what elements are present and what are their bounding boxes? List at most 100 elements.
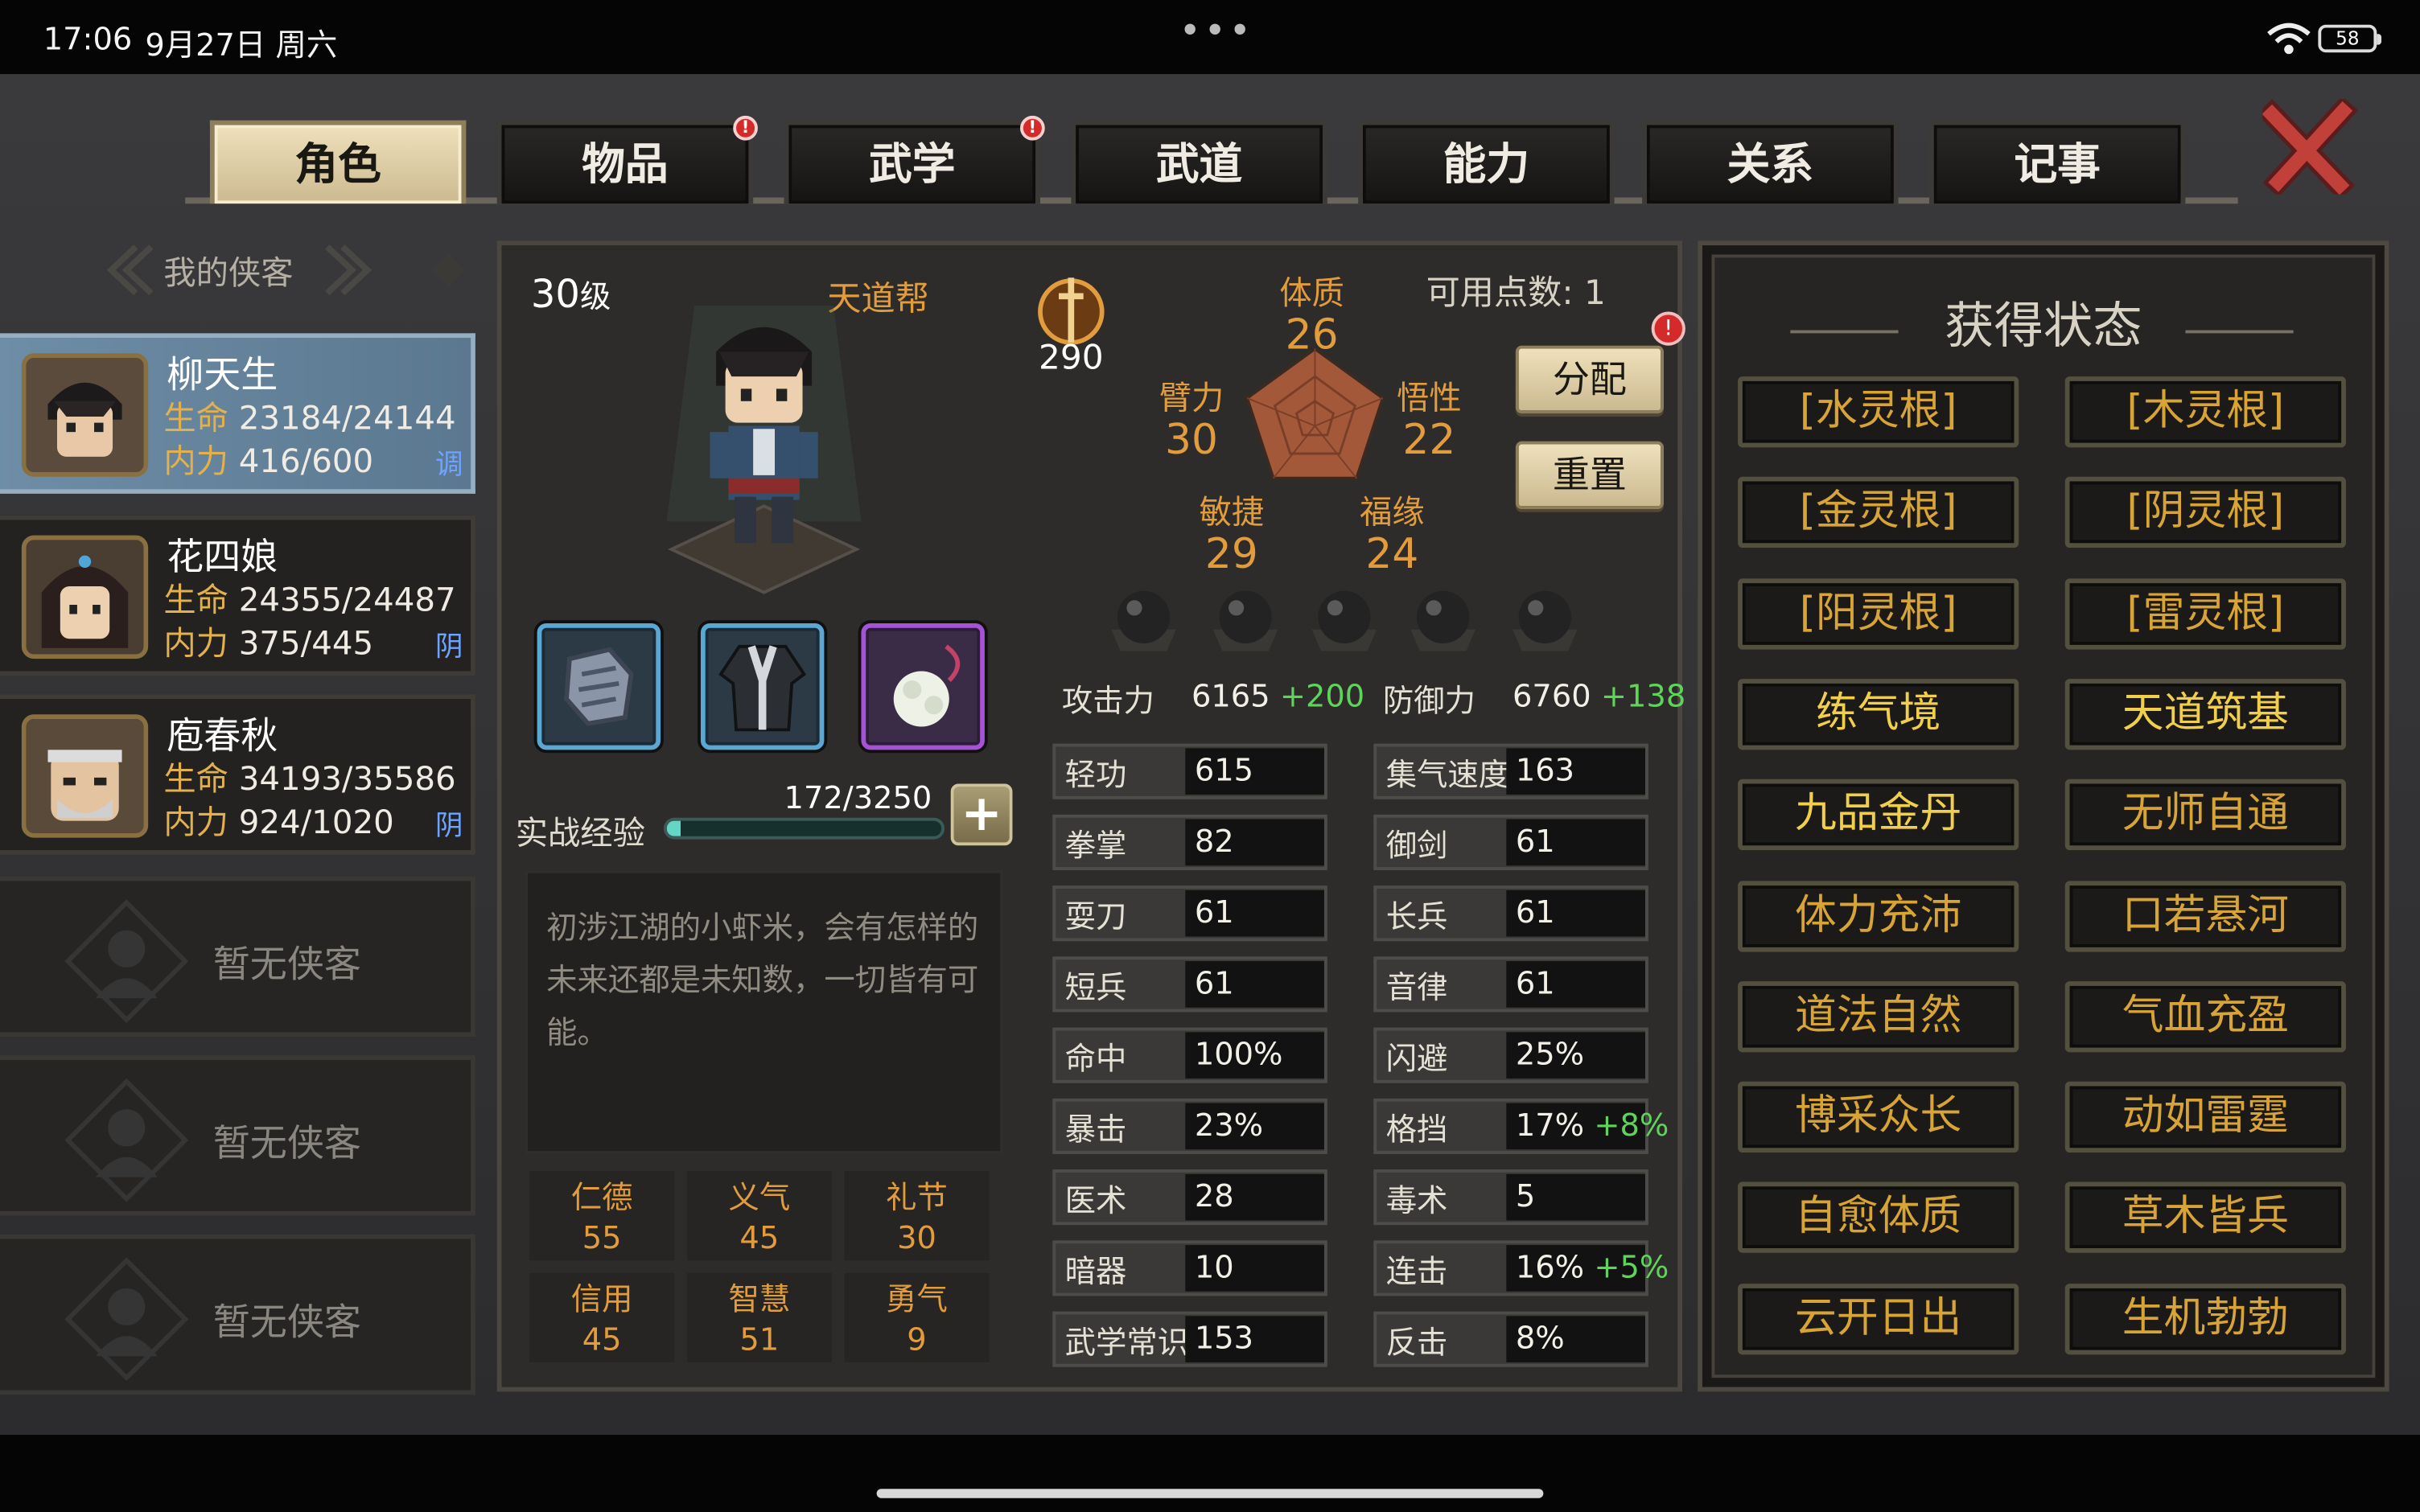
status-item[interactable]: 口若悬河 <box>2064 880 2346 951</box>
hero-mp: 内力 416/600 <box>163 442 374 480</box>
tab-role[interactable]: 角色 <box>209 120 467 204</box>
avatar <box>21 714 149 838</box>
status-item[interactable]: 动如雷霆 <box>2064 1081 2346 1153</box>
hero-card-liu-tiansheng[interactable]: 柳天生 生命 23184/24144 内力 416/600 调 <box>0 333 475 494</box>
stat-value: 10 <box>1194 1247 1234 1285</box>
empty-slot-label: 暂无侠客 <box>212 943 361 986</box>
allocate-button[interactable]: 分配 <box>1515 345 1664 414</box>
attribute-pentagon-chart <box>1245 347 1385 480</box>
empty-orb-slot-icon[interactable] <box>1105 583 1183 654</box>
hero-hp: 生命 24355/24487 <box>163 581 456 619</box>
status-item[interactable]: 九品金丹 <box>1738 779 2019 851</box>
stat-right-0: 防御力 6760 +138 <box>1373 672 1685 728</box>
add-xp-button[interactable]: + <box>950 783 1013 846</box>
hero-card-pao-chunqiu[interactable]: 庖春秋 生命 34193/35586 内力 924/1020 阴 <box>0 694 475 855</box>
stat-label: 暴击 <box>1064 1111 1127 1148</box>
stat-left-1: 轻功 615 <box>1052 743 1327 799</box>
hero-card-hua-siniang[interactable]: 花四娘 生命 24355/24487 内力 375/445 阴 <box>0 515 475 676</box>
empty-orb-slot-icon[interactable] <box>1506 583 1583 654</box>
stat-bonus: +138 <box>1600 677 1686 715</box>
tab-label: 关系 <box>1727 138 1814 190</box>
stat-value: 153 <box>1194 1319 1254 1357</box>
empty-orb-slot-icon[interactable] <box>1405 583 1482 654</box>
status-item[interactable]: [金灵根] <box>1738 477 2019 549</box>
tab-relations[interactable]: 关系 <box>1642 120 1899 204</box>
empty-orb-slot-icon[interactable] <box>1207 583 1284 654</box>
empty-silhouette-icon <box>64 1257 189 1382</box>
hero-mp: 内力 375/445 <box>163 624 374 662</box>
stat-label: 闪避 <box>1385 1039 1448 1078</box>
status-item[interactable]: 博采众长 <box>1738 1081 2019 1153</box>
equip-slot-robe[interactable] <box>700 623 825 750</box>
tab-martial-arts[interactable]: 武学! <box>784 115 1045 204</box>
status-item[interactable]: 体力充沛 <box>1738 880 2019 951</box>
character-level: 30级 <box>530 271 611 317</box>
status-item[interactable]: [水灵根] <box>1738 376 2019 448</box>
stat-label: 毒术 <box>1385 1181 1448 1219</box>
stat-value: 6165 +200 <box>1191 677 1365 715</box>
stat-left-5: 命中 100% <box>1052 1027 1327 1083</box>
virtue-wisdom: 智慧 51 <box>685 1271 833 1364</box>
stat-value: 8% <box>1515 1319 1565 1357</box>
status-item[interactable]: 云开日出 <box>1738 1283 2019 1354</box>
tab-label: 武学 <box>869 138 956 190</box>
hero-name: 花四娘 <box>167 535 278 579</box>
stat-left-9: 武学常识 153 <box>1052 1311 1327 1367</box>
empty-hero-slot[interactable]: 暂无侠客 <box>0 1234 475 1395</box>
stat-label: 音律 <box>1385 968 1448 1006</box>
multitask-dots[interactable]: ••• <box>1179 10 1254 53</box>
hero-tag: 调 <box>434 449 463 482</box>
status-item[interactable]: [阴灵根] <box>2064 477 2346 549</box>
character-sprite <box>666 305 862 594</box>
bottom-bar <box>0 1435 2420 1512</box>
stat-value: 25% <box>1515 1035 1585 1073</box>
status-item[interactable]: 道法自然 <box>1738 980 2019 1052</box>
empty-silhouette-icon <box>64 899 189 1024</box>
stat-label: 防御力 <box>1382 681 1475 719</box>
tab-journal[interactable]: 记事 <box>1928 120 2186 204</box>
chevrons-left-icon[interactable] <box>102 240 154 299</box>
status-item[interactable]: [木灵根] <box>2064 376 2346 448</box>
stat-left-2: 拳掌 82 <box>1052 814 1327 870</box>
equip-slot-gauntlet[interactable] <box>537 623 661 750</box>
hero-hp: 生命 23184/24144 <box>163 399 456 437</box>
stat-left-3: 耍刀 61 <box>1052 885 1327 942</box>
empty-hero-slot[interactable]: 暂无侠客 <box>0 876 475 1037</box>
equip-slot-accessory[interactable] <box>861 623 985 750</box>
stat-left-6: 暴击 23% <box>1052 1098 1327 1154</box>
status-item[interactable]: 草木皆兵 <box>2064 1182 2346 1254</box>
stat-label: 集气速度 <box>1385 755 1510 794</box>
status-item[interactable]: [雷灵根] <box>2064 577 2346 649</box>
avatar <box>21 353 149 477</box>
stat-right-1: 集气速度 163 <box>1373 743 1648 799</box>
tab-martial-way[interactable]: 武道 <box>1071 120 1327 204</box>
status-item[interactable]: 气血充盈 <box>2064 980 2346 1052</box>
stat-right-3: 长兵 61 <box>1373 885 1648 942</box>
stat-value: 163 <box>1515 751 1575 789</box>
empty-silhouette-icon <box>64 1078 189 1202</box>
stat-label: 攻击力 <box>1061 681 1154 719</box>
reset-button[interactable]: 重置 <box>1515 441 1664 510</box>
clock: 17:06 <box>43 19 133 57</box>
tab-items[interactable]: 物品! <box>496 115 758 204</box>
chevrons-right-icon[interactable] <box>324 240 377 299</box>
stat-value: 61 <box>1515 893 1555 931</box>
status-item[interactable]: [阳灵根] <box>1738 577 2019 649</box>
close-icon[interactable] <box>2262 98 2359 195</box>
status-item[interactable]: 练气境 <box>1738 678 2019 750</box>
status-item[interactable]: 天道筑基 <box>2064 678 2346 750</box>
home-indicator[interactable] <box>876 1489 1544 1498</box>
status-item[interactable]: 无师自通 <box>2064 779 2346 851</box>
system-status-bar: 17:06 9月27日 周六 ••• 58 <box>0 0 2420 75</box>
stat-label: 轻功 <box>1064 755 1127 794</box>
stat-value: 82 <box>1194 822 1234 860</box>
empty-orb-slot-icon[interactable] <box>1306 583 1383 654</box>
empty-hero-slot[interactable]: 暂无侠客 <box>0 1055 475 1216</box>
stat-label: 命中 <box>1064 1039 1127 1078</box>
status-item[interactable]: 生机勃勃 <box>2064 1283 2346 1354</box>
status-item[interactable]: 自愈体质 <box>1738 1182 2019 1254</box>
stat-label: 拳掌 <box>1064 827 1127 865</box>
attr-insight: 悟性 22 <box>1397 379 1462 465</box>
tab-abilities[interactable]: 能力 <box>1358 120 1615 204</box>
stat-bonus: +200 <box>1279 677 1365 715</box>
